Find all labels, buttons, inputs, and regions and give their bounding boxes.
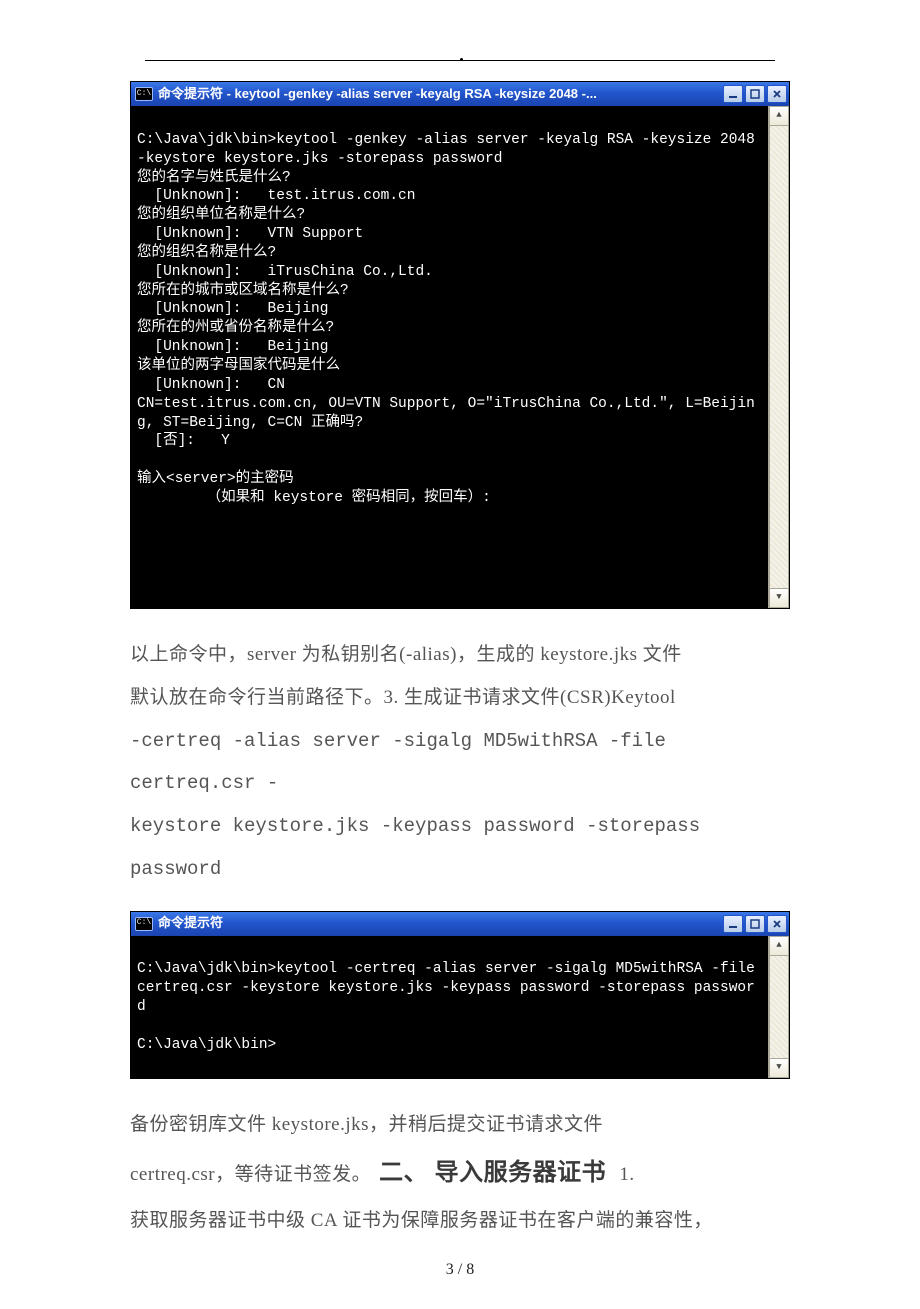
p1-line3: -certreq -alias server -sigalg MD5withRS… xyxy=(130,720,790,806)
terminal-window-1: C:\ 命令提示符 - keytool -genkey -alias serve… xyxy=(130,81,790,609)
document-page: C:\ 命令提示符 - keytool -genkey -alias serve… xyxy=(0,0,920,1309)
scroll-up-icon[interactable]: ▲ xyxy=(769,936,789,956)
window-title: 命令提示符 xyxy=(158,915,723,932)
terminal-window-2: C:\ 命令提示符 C:\Java\jdk\bin>keytool -certr… xyxy=(130,911,790,1079)
terminal-output-1: C:\Java\jdk\bin>keytool -genkey -alias s… xyxy=(131,106,768,608)
section-heading: 二、 导入服务器证书 xyxy=(371,1160,614,1186)
titlebar-2[interactable]: C:\ 命令提示符 xyxy=(131,912,789,936)
scroll-track[interactable] xyxy=(769,956,789,1058)
maximize-button[interactable] xyxy=(745,85,765,103)
close-button[interactable] xyxy=(767,915,787,933)
window-title: 命令提示符 - keytool -genkey -alias server -k… xyxy=(158,86,723,103)
scroll-track[interactable] xyxy=(769,126,789,588)
p2-line2: certreq.csr，等待证书签发。二、 导入服务器证书 1. xyxy=(130,1146,790,1200)
window-controls xyxy=(723,85,787,103)
cmd-icon: C:\ xyxy=(135,87,153,101)
p2-l2a: certreq.csr，等待证书签发。 xyxy=(130,1164,371,1185)
p2-line1: 备份密钥库文件 keystore.jks，并稍后提交证书请求文件 xyxy=(130,1104,790,1147)
scroll-up-icon[interactable]: ▲ xyxy=(769,106,789,126)
page-number: 3 / 8 xyxy=(130,1261,790,1279)
window-controls xyxy=(723,915,787,933)
p1-line1: 以上命令中，server 为私钥别名(-alias)，生成的 keystore.… xyxy=(130,634,790,677)
scrollbar[interactable]: ▲ ▼ xyxy=(768,936,789,1078)
maximize-button[interactable] xyxy=(745,915,765,933)
minimize-button[interactable] xyxy=(723,85,743,103)
scrollbar[interactable]: ▲ ▼ xyxy=(768,106,789,608)
scroll-down-icon[interactable]: ▼ xyxy=(769,588,789,608)
scroll-down-icon[interactable]: ▼ xyxy=(769,1058,789,1078)
cmd-icon: C:\ xyxy=(135,917,153,931)
titlebar-1[interactable]: C:\ 命令提示符 - keytool -genkey -alias serve… xyxy=(131,82,789,106)
header-rule xyxy=(130,60,790,61)
paragraph-1: 以上命令中，server 为私钥别名(-alias)，生成的 keystore.… xyxy=(130,634,790,891)
close-button[interactable] xyxy=(767,85,787,103)
p2-line3: 获取服务器证书中级 CA 证书为保障服务器证书在客户端的兼容性， xyxy=(130,1200,790,1243)
paragraph-2: 备份密钥库文件 keystore.jks，并稍后提交证书请求文件 certreq… xyxy=(130,1104,790,1244)
p2-l2b: 1. xyxy=(614,1164,635,1185)
minimize-button[interactable] xyxy=(723,915,743,933)
p1-line4: keystore keystore.jks -keypass password … xyxy=(130,805,790,891)
p1-line2: 默认放在命令行当前路径下。3. 生成证书请求文件(CSR)Keytool xyxy=(130,677,790,720)
terminal-output-2: C:\Java\jdk\bin>keytool -certreq -alias … xyxy=(131,936,768,1078)
